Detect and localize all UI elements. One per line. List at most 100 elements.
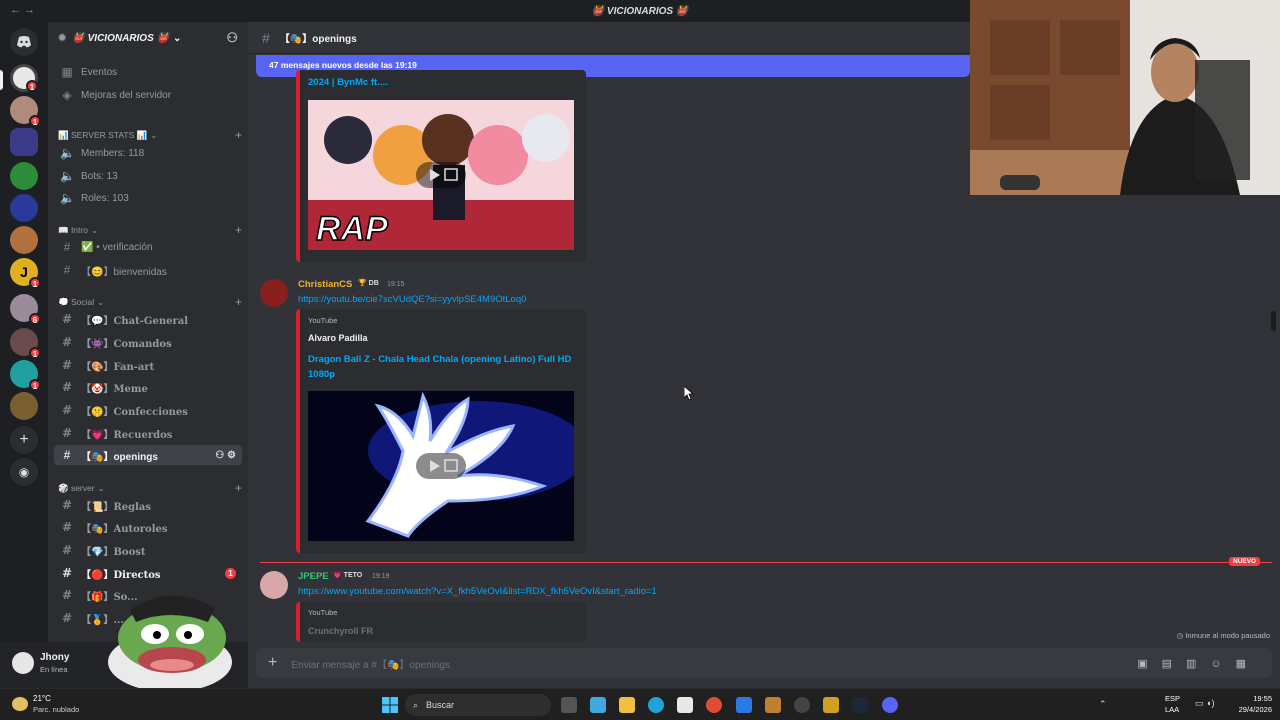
system-tray-icons[interactable]: ▭ ◖) <box>1195 698 1214 709</box>
add-channel-icon[interactable]: + <box>235 481 242 495</box>
mouse-cursor-icon <box>684 386 694 400</box>
sidebar-item-verificacion[interactable]: # ✅ • verificación <box>54 237 242 257</box>
task-view-icon[interactable] <box>561 697 577 713</box>
steam-icon[interactable] <box>852 697 868 713</box>
user-status: En línea <box>40 665 68 674</box>
server-vicionarios-icon[interactable]: 1 <box>10 64 38 92</box>
app-icon-2[interactable] <box>794 697 810 713</box>
embed-author[interactable]: Crunchyroll FR <box>308 626 373 636</box>
avatar[interactable] <box>260 279 288 307</box>
sidebar-item-mejoras[interactable]: ◈ Mejoras del servidor <box>54 85 242 105</box>
add-channel-icon[interactable]: + <box>235 295 242 309</box>
hash-icon: # <box>61 543 73 557</box>
chrome-icon[interactable] <box>706 697 722 713</box>
video-thumbnail[interactable]: RAP <box>308 100 574 250</box>
hash-icon: # <box>63 448 71 462</box>
server-icon-9[interactable]: 1 <box>10 328 41 359</box>
server-folder-icon[interactable] <box>10 128 38 156</box>
settings-icon[interactable]: ⚇ ⚙ <box>215 450 236 461</box>
app-icon-3[interactable] <box>823 697 839 713</box>
sidebar-item-chat-general[interactable]: # 【💬】Chat-General <box>54 309 242 329</box>
keyboard-lang[interactable]: ESP <box>1165 694 1180 703</box>
composer-tools-icons[interactable]: ▣▤▥☺▦ <box>1137 657 1260 670</box>
hash-icon: # <box>61 611 73 625</box>
edge-icon[interactable] <box>648 697 664 713</box>
category-server-stats[interactable]: 📊 SERVER STATS 📊 ⌄ + <box>58 128 242 142</box>
message-author[interactable]: ChristianCS <box>298 279 352 290</box>
chevron-up-icon[interactable]: ⌃ <box>1099 699 1107 710</box>
server-icon-4[interactable] <box>10 162 38 190</box>
hash-icon: # <box>61 498 73 512</box>
category-intro[interactable]: 📖 Intro ⌄ + <box>58 223 242 237</box>
server-icon-8[interactable]: 6 <box>10 294 41 325</box>
hash-icon: # <box>61 588 73 602</box>
server-icon-j[interactable]: J1 <box>10 258 41 289</box>
discover-icon[interactable]: ◉ <box>10 458 38 486</box>
hash-icon: # <box>61 566 73 580</box>
file-explorer-icon[interactable] <box>619 697 635 713</box>
sidebar-item-reglas[interactable]: # 【📜】Reglas <box>54 495 242 515</box>
sidebar-item-autoroles[interactable]: # 【🎭】Autoroles <box>54 517 242 537</box>
sidebar-item-comandos[interactable]: # 【👾】Comandos <box>54 332 242 352</box>
attach-plus-icon[interactable]: + <box>268 654 277 672</box>
back-forward-arrows[interactable]: ← → <box>10 4 35 16</box>
sidebar-item-fan-art[interactable]: # 【🎨】Fan-art <box>54 355 242 375</box>
unread-badge: 1 <box>225 567 236 579</box>
discord-home-icon[interactable] <box>10 28 38 56</box>
windows-taskbar: 21°C Parc. nublado ⌕ Buscar ⌃ ESP LAA ▭ … <box>0 688 1280 720</box>
sidebar-item-members[interactable]: 🔈 Members: 118 <box>54 143 242 163</box>
app-icon-1[interactable] <box>765 697 781 713</box>
sidebar-item-recuerdos[interactable]: # 【💗】Recuerdos <box>54 423 242 443</box>
server-header[interactable]: ✹ 👹 VICIONARIOS 👹 ⌄ ⚇ <box>48 22 248 54</box>
webcam-overlay <box>970 0 1280 195</box>
server-icon-6[interactable] <box>10 226 38 254</box>
message-link[interactable]: https://www.youtube.com/watch?v=X_fkh5Ve… <box>298 586 657 597</box>
weather-desc: Parc. nublado <box>33 705 80 714</box>
sidebar-item-meme[interactable]: # 【🤡】Meme <box>54 377 242 397</box>
window-title: 👹 VICIONARIOS 👹 <box>591 5 689 17</box>
message-link[interactable]: https://youtu.be/cie7scVUdQE?si=yyvlpSE4… <box>298 294 526 305</box>
clock-time[interactable]: 19:55 <box>1228 694 1272 703</box>
embed-author[interactable]: Alvaro Padilla <box>308 333 368 343</box>
sidebar-item-confecciones[interactable]: # 【🤫】Confecciones <box>54 400 242 420</box>
weather-icon[interactable] <box>12 697 28 711</box>
server-icon-2[interactable]: 1 <box>10 96 41 127</box>
invite-people-icon[interactable]: ⚇ <box>226 30 238 46</box>
category-server[interactable]: 🎲 server ⌄ + <box>58 481 242 495</box>
add-channel-icon[interactable]: + <box>235 223 242 237</box>
hash-icon: # <box>61 403 73 417</box>
clock-date: 29/4/2026 <box>1238 705 1272 714</box>
avatar[interactable] <box>260 571 288 599</box>
server-icon-10[interactable]: 1 <box>10 360 41 391</box>
windows-start-icon[interactable] <box>382 697 398 713</box>
mail-icon[interactable] <box>736 697 752 713</box>
widgets-icon[interactable] <box>590 697 606 713</box>
taskbar-search[interactable]: ⌕ Buscar <box>405 694 551 716</box>
sidebar-item-directos[interactable]: # 【🔴】Directos 1 <box>54 563 242 583</box>
message-composer[interactable]: + Enviar mensaje a #【🎭】openings ▣▤▥☺▦ <box>256 648 1272 678</box>
embed-title[interactable]: Dragon Ball Z - Chala Head Chala (openin… <box>308 352 574 382</box>
hash-icon: # <box>61 426 73 440</box>
server-icon-11[interactable] <box>10 392 38 420</box>
store-icon[interactable] <box>677 697 693 713</box>
message-author[interactable]: JPEPE <box>298 571 329 582</box>
embed-title[interactable]: 2024 | BynMc ft.... <box>308 77 388 88</box>
add-server-icon[interactable]: + <box>10 426 38 454</box>
category-social[interactable]: 💭 Social ⌄ + <box>58 295 242 309</box>
avatar[interactable] <box>12 652 34 674</box>
sidebar-item-bots[interactable]: 🔈 Bots: 13 <box>54 166 242 186</box>
hash-icon: # <box>61 335 73 349</box>
discord-taskbar-icon[interactable] <box>882 697 898 713</box>
hash-icon: # <box>63 263 71 277</box>
selected-pill <box>0 70 3 90</box>
message-input[interactable]: Enviar mensaje a #【🎭】openings <box>291 656 450 671</box>
sidebar-item-roles[interactable]: 🔈 Roles: 103 <box>54 188 242 208</box>
video-thumbnail[interactable] <box>308 391 574 541</box>
server-icon-5[interactable] <box>10 194 38 222</box>
sidebar-item-bienvenidas[interactable]: # 【😊】bienvenidas <box>54 260 242 280</box>
add-channel-icon[interactable]: + <box>235 128 242 142</box>
scrollbar[interactable] <box>1271 311 1276 331</box>
sidebar-item-boost[interactable]: # 【💎】Boost <box>54 540 242 560</box>
sidebar-item-openings[interactable]: # 【🎭】openings ⚇ ⚙ <box>54 445 242 465</box>
sidebar-item-eventos[interactable]: ▦ Eventos <box>54 62 242 82</box>
